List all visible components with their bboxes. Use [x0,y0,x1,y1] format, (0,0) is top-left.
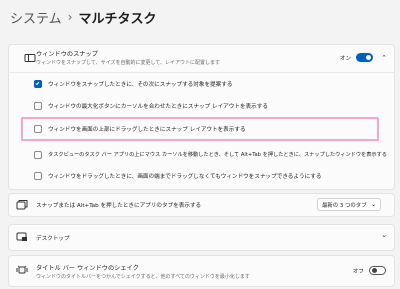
chevron-up-icon[interactable]: ⌃ [381,54,387,62]
snap-toggle[interactable] [356,53,374,62]
snap-option-4-checkbox[interactable] [34,151,42,159]
snap-window-icon [24,54,36,62]
snap-title: ウィンドウのスナップ [36,51,98,58]
page-title: マルチタスク [78,11,157,27]
snap-option-5-checkbox[interactable] [34,172,42,180]
breadcrumb: システム › マルチタスク [10,6,156,28]
tabs-icon [16,200,28,210]
chevron-down-icon[interactable]: ⌄ [381,231,387,239]
alttab-title: スナップまたは Alt+Tab を押したときにアプリのタブを表示する [36,203,202,209]
snap-option-5-label: ウィンドウをドラッグしたときに、画面の端までドラッグしなくてもウィンドウをスナッ… [48,174,322,180]
shake-icon [16,265,28,274]
desktop-icon [16,232,27,241]
shake-subtitle: ウィンドウのタイトルバーをつかんでシェイクすると、他のすべてのウィンドウを最小化… [36,274,250,280]
snap-option-1-label: ウィンドウをスナップしたときに、その次にスナップする対象を提案する [48,82,233,88]
snap-toggle-label: オン [339,55,352,62]
check-icon [35,81,40,86]
chevron-down-icon: ⌄ [370,201,376,208]
snap-subtitle: ウィンドウをスナップして、サイズを自動的に変更して、レイアウトに配置します [36,60,221,66]
snap-option-1-checkbox[interactable] [34,80,42,88]
breadcrumb-root[interactable]: システム [10,8,62,27]
shake-toggle[interactable] [369,266,386,275]
snap-option-4-label: タスクビューのタスク バー アプリの上にマウス カーソルを移動したとき、そして … [48,152,387,158]
highlight-box [21,117,379,141]
shake-toggle-label: オフ [352,268,364,275]
alttab-dropdown[interactable]: 最新の 3 つのタブ ⌄ [317,198,381,211]
desktop-title: デスクトップ [36,236,70,242]
snap-option-2-label: ウィンドウの最大化ボタンにカーソルを合わせたときにスナップ レイアウトを表示する [48,104,268,110]
divider [8,72,395,73]
alttab-dropdown-value: 最新の 3 つのタブ [322,202,367,209]
breadcrumb-separator: › [67,10,73,24]
shake-title: タイトル バー ウィンドウのシェイク [36,265,139,272]
snap-option-2-checkbox[interactable] [34,102,42,110]
snap-header[interactable]: ウィンドウのスナップ ウィンドウをスナップして、サイズを自動的に変更して、レイア… [8,44,395,72]
